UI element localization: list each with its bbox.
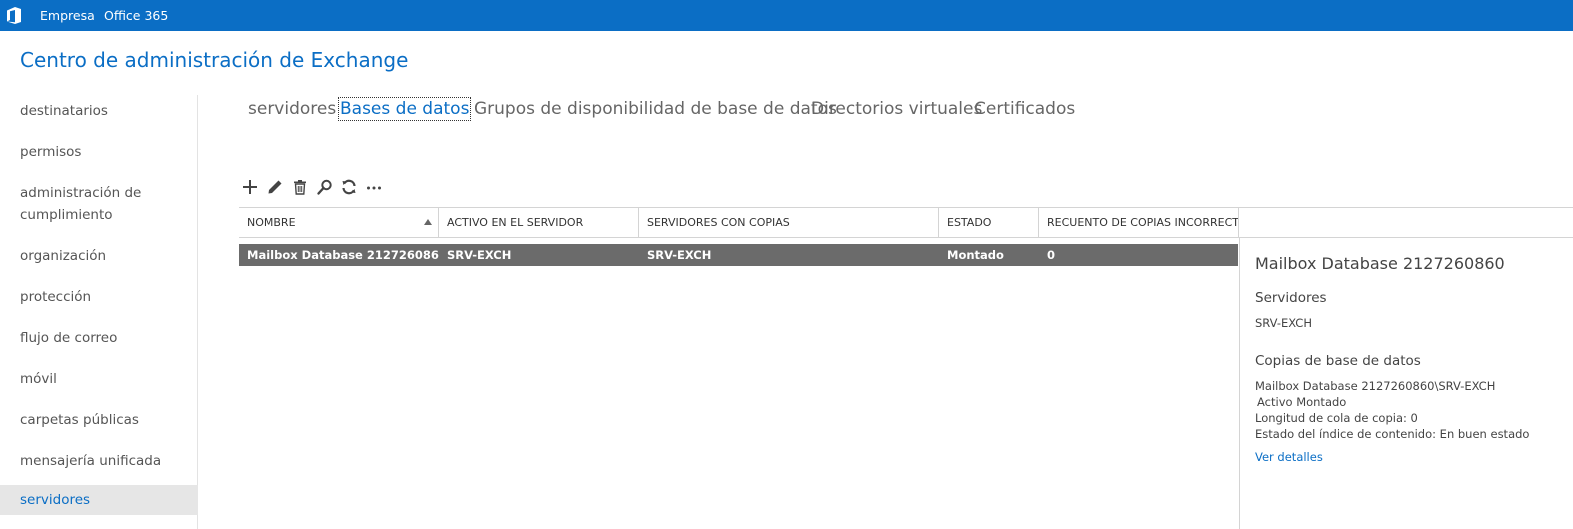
column-header-activo-en-el-servidor[interactable]: ACTIVO EN EL SERVIDOR <box>439 208 639 237</box>
nav-item-carpetas-publicas[interactable]: carpetas públicas <box>0 409 198 431</box>
cell-nombre: Mailbox Database 2127260860 <box>247 248 439 262</box>
table-row-selected[interactable]: Mailbox Database 2127260860 SRV-EXCH SRV… <box>239 244 1238 266</box>
office-logo-icon[interactable] <box>7 7 21 24</box>
details-title: Mailbox Database 2127260860 <box>1255 254 1505 273</box>
details-servers-heading: Servidores <box>1255 290 1327 306</box>
column-header-recuento-copias[interactable]: RECUENTO DE COPIAS INCORRECT... <box>1039 208 1239 237</box>
column-header-servidores-con-copias[interactable]: SERVIDORES CON COPIAS <box>639 208 939 237</box>
view-details-link[interactable]: Ver detalles <box>1255 450 1323 464</box>
details-pane: Mailbox Database 2127260860 Servidores S… <box>1239 238 1573 529</box>
nav-item-servidores[interactable]: servidores <box>0 485 198 515</box>
details-copy-name: Mailbox Database 2127260860\SRV-EXCH <box>1255 379 1496 393</box>
column-header-estado[interactable]: ESTADO <box>939 208 1039 237</box>
nav-item-organizacion[interactable]: organización <box>0 245 198 267</box>
add-icon[interactable] <box>241 178 259 196</box>
app-title: Centro de administración de Exchange <box>20 48 409 72</box>
tab-grupos-disponibilidad[interactable]: Grupos de disponibilidad de base de dato… <box>474 99 837 119</box>
tab-directorios-virtuales[interactable]: Directorios virtuales <box>811 99 982 119</box>
grid-header: NOMBRE ACTIVO EN EL SERVIDOR SERVIDORES … <box>239 207 1573 238</box>
nav-item-proteccion[interactable]: protección <box>0 286 198 308</box>
tab-servidores[interactable]: servidores <box>248 99 336 119</box>
office365-link[interactable]: Office 365 <box>104 8 168 23</box>
tab-bases-de-datos[interactable]: Bases de datos <box>337 97 472 121</box>
left-nav: destinatarios permisos administración de… <box>0 95 198 529</box>
column-header-label: NOMBRE <box>247 216 296 229</box>
cell-estado: Montado <box>947 248 1004 262</box>
details-copy-queue: Longitud de cola de copia: 0 <box>1255 411 1418 425</box>
details-servers-value: SRV-EXCH <box>1255 316 1312 330</box>
cell-recuento-copias: 0 <box>1047 248 1056 262</box>
details-copies-heading: Copias de base de datos <box>1255 353 1421 369</box>
search-icon[interactable] <box>316 178 334 196</box>
details-copy-status: Activo Montado <box>1257 395 1347 409</box>
cell-activo-en-el-servidor: SRV-EXCH <box>447 248 512 262</box>
details-copy-index: Estado del índice de contenido: En buen … <box>1255 427 1530 441</box>
nav-item-destinatarios[interactable]: destinatarios <box>0 100 198 122</box>
empresa-link[interactable]: Empresa <box>40 8 95 23</box>
delete-icon[interactable] <box>291 178 309 196</box>
nav-item-permisos[interactable]: permisos <box>0 141 198 163</box>
nav-item-compliance-line2[interactable]: cumplimiento <box>0 204 198 226</box>
nav-item-flujo-de-correo[interactable]: flujo de correo <box>0 327 198 349</box>
sort-ascending-icon <box>424 219 432 225</box>
nav-item-mensajeria-unificada[interactable]: mensajería unificada <box>0 450 198 472</box>
edit-icon[interactable] <box>266 178 284 196</box>
top-bar: Empresa Office 365 <box>0 0 1573 31</box>
more-icon[interactable] <box>365 178 383 196</box>
column-header-nombre[interactable]: NOMBRE <box>239 208 439 237</box>
nav-item-compliance-line1[interactable]: administración de <box>0 182 198 204</box>
refresh-icon[interactable] <box>340 178 358 196</box>
tab-certificados[interactable]: Certificados <box>974 99 1075 119</box>
nav-item-movil[interactable]: móvil <box>0 368 198 390</box>
cell-servidores-con-copias: SRV-EXCH <box>647 248 712 262</box>
